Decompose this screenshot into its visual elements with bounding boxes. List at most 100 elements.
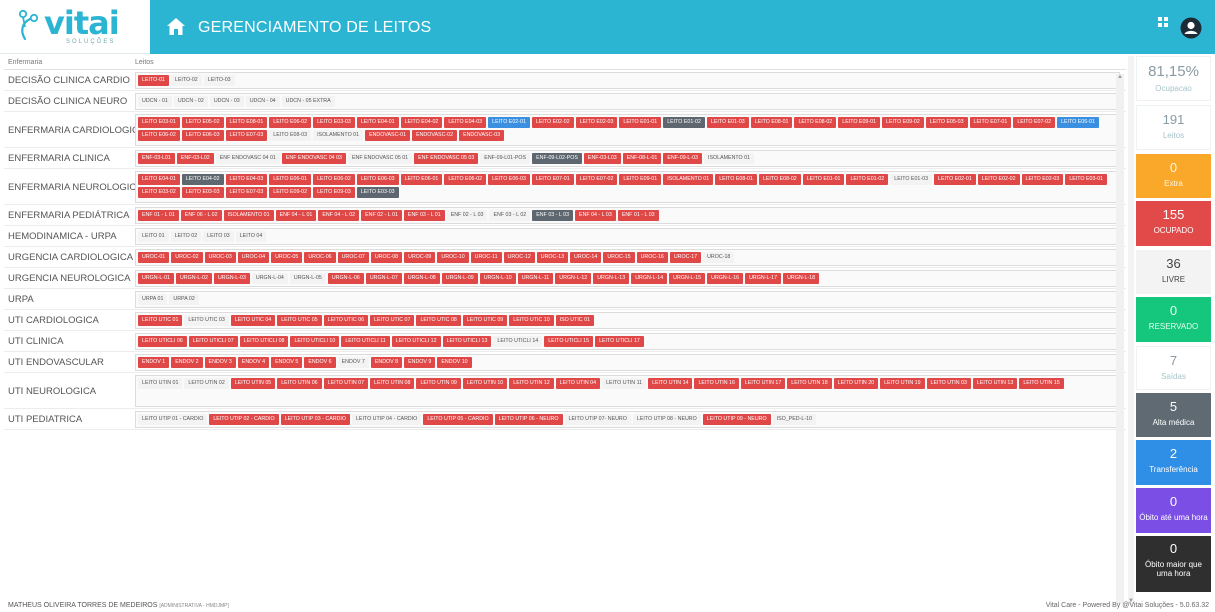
bed-chip[interactable]: ENDOV 10: [437, 357, 472, 368]
bed-chip[interactable]: LEITO UTIN 08: [370, 378, 415, 389]
bed-chip[interactable]: LEITO E04-02: [400, 117, 443, 128]
bed-chip[interactable]: LEITO E03-01: [138, 117, 180, 128]
bed-chip[interactable]: LEITO E03-02: [138, 187, 180, 198]
bed-chip[interactable]: LEITO UTIN 13: [972, 378, 1018, 389]
bed-chip[interactable]: ENF-03-L02: [176, 153, 214, 164]
bed-chip[interactable]: LEITO E02-03: [575, 117, 618, 128]
bed-chip[interactable]: ENDOV 4: [237, 357, 270, 368]
bed-chip[interactable]: LEITO E03-03: [181, 187, 224, 198]
bed-chip[interactable]: UROC-04: [237, 252, 270, 263]
stat-livre[interactable]: 36 LIVRE: [1136, 250, 1211, 294]
bed-chip[interactable]: LEITO E08-01: [750, 117, 793, 128]
bed-chip[interactable]: LEITO UTIP 07- NEURO: [564, 414, 631, 425]
bed-chip[interactable]: LEITO UTIP 09 - NEURO: [702, 414, 771, 425]
bed-chip[interactable]: LEITO E04-01: [138, 174, 180, 185]
bed-chip[interactable]: ENF-09-L-03: [663, 153, 703, 164]
bed-chip[interactable]: LEITO E01-02: [846, 174, 889, 185]
bed-chip[interactable]: UROC-12: [503, 252, 535, 263]
bed-chip[interactable]: LEITO UTIN 17: [740, 378, 786, 389]
bed-chip[interactable]: LEITO E07-03: [225, 130, 268, 141]
bed-chip[interactable]: URGN-L-06: [327, 273, 364, 284]
bed-chip[interactable]: LEITO E07-02: [1013, 117, 1056, 128]
bed-chip[interactable]: LEITO-01: [138, 75, 169, 86]
bed-chip[interactable]: LEITO UTIN 18: [787, 378, 832, 389]
user-icon[interactable]: [1180, 17, 1202, 39]
bed-chip[interactable]: LEITO UTIN 19: [880, 378, 925, 389]
bed-chip[interactable]: ENDOV 6: [304, 357, 336, 368]
bed-chip[interactable]: ISOLAMENTO 01: [313, 130, 364, 141]
bed-chip[interactable]: UROC-13: [536, 252, 569, 263]
bed-chip[interactable]: LEITO-02: [170, 75, 202, 86]
bed-chip[interactable]: URGN-L-03: [213, 273, 250, 284]
bed-chip[interactable]: LEITO UTIC 06: [323, 315, 369, 326]
grid-icon[interactable]: [1157, 16, 1169, 28]
bed-chip[interactable]: UROC-09: [404, 252, 436, 263]
bed-chip[interactable]: ENF 03 - L 03: [532, 210, 574, 221]
bed-chip[interactable]: UDCN - 05 EXTRA: [281, 96, 335, 107]
bed-chip[interactable]: ISOLAMENTO 01: [223, 210, 274, 221]
bed-chip[interactable]: LEITO E02-02: [531, 117, 574, 128]
bed-chip[interactable]: LEITO UTICLI 15: [544, 336, 594, 347]
bed-chip[interactable]: URGN-L-13: [593, 273, 630, 284]
bed-chip[interactable]: LEITO UTIP 05 - CARDIO: [423, 414, 493, 425]
bed-chip[interactable]: LEITO E05-02: [181, 117, 224, 128]
bed-chip[interactable]: ENDOV 2: [171, 357, 203, 368]
bed-chip[interactable]: UDCN - 01: [138, 96, 172, 107]
bed-chip[interactable]: ENF 03 - L 01: [403, 210, 445, 221]
bed-chip[interactable]: LEITO E01-01: [619, 117, 662, 128]
bed-chip[interactable]: LEITO E06-02: [138, 130, 180, 141]
bed-chip[interactable]: URGN-L-10: [479, 273, 516, 284]
bed-chip[interactable]: LEITO UTIP 03 - CARDIO: [280, 414, 350, 425]
bed-chip[interactable]: LEITO E03-01: [1065, 174, 1108, 185]
bed-chip[interactable]: LEITO UTIN 07: [323, 378, 369, 389]
bed-chip[interactable]: LEITO 02: [170, 231, 202, 242]
bed-chip[interactable]: LEITO 04: [235, 231, 267, 242]
bed-chip[interactable]: ENF 01 - L 03: [617, 210, 659, 221]
bed-chip[interactable]: LEITO E07-03: [225, 187, 268, 198]
bed-chip[interactable]: LEITO E05-03: [925, 117, 968, 128]
bed-chip[interactable]: LEITO E02-02: [977, 174, 1020, 185]
bed-chip[interactable]: LEITO UTIN 03: [926, 378, 971, 389]
bed-chip[interactable]: LEITO E07-01: [531, 174, 574, 185]
bed-chip[interactable]: ENDOVASC-01: [365, 130, 411, 141]
bed-chip[interactable]: LEITO UTIP 01 - CARDIO: [138, 414, 208, 425]
bed-chip[interactable]: LEITO UTIC 10: [509, 315, 554, 326]
stat-obito-maior-que-uma-hora[interactable]: 0 Óbito maior que uma hora: [1136, 536, 1211, 592]
table-scrollbar[interactable]: ▲: [1116, 74, 1124, 604]
bed-chip[interactable]: ENF-09-L02-POS: [532, 153, 582, 164]
bed-chip[interactable]: ENF ENDOVASC 05 03: [414, 153, 479, 164]
bed-chip[interactable]: ENDOV 3: [204, 357, 236, 368]
bed-chip[interactable]: UROC-11: [470, 252, 502, 263]
bed-chip[interactable]: LEITO UTIN 15: [1019, 378, 1064, 389]
bed-chip[interactable]: LEITO E08-02: [758, 174, 801, 185]
bed-chip[interactable]: URGN-L-08: [403, 273, 440, 284]
bed-chip[interactable]: LEITO E08-01: [225, 117, 268, 128]
bed-chip[interactable]: UROC-14: [570, 252, 602, 263]
bed-chip[interactable]: LEITO E06-01: [1057, 117, 1099, 128]
bed-chip[interactable]: UROC-02: [171, 252, 203, 263]
bed-chip[interactable]: LEITO UTIC 09: [462, 315, 508, 326]
bed-chip[interactable]: LEITO E04-03: [225, 174, 268, 185]
bed-chip[interactable]: LEITO 03: [203, 231, 234, 242]
bed-chip[interactable]: UROC-03: [204, 252, 236, 263]
bed-chip[interactable]: ENF-08-L-01: [622, 153, 662, 164]
stat-ocupado[interactable]: 155 OCUPADO: [1136, 201, 1211, 246]
bed-chip[interactable]: LEITO E08-02: [794, 117, 837, 128]
bed-chip[interactable]: LEITO UTIP 04 - CARDIO: [351, 414, 422, 425]
bed-chip[interactable]: LEITO UTIN 12: [509, 378, 554, 389]
bed-chip[interactable]: LEITO E04-02: [181, 174, 224, 185]
bed-chip[interactable]: LEITO UTIP 08 - NEURO: [632, 414, 701, 425]
bed-chip[interactable]: URGN-L-02: [175, 273, 212, 284]
bed-chip[interactable]: LEITO UTICLI 10: [290, 336, 340, 347]
bed-chip[interactable]: ENF ENDOVASC 04 03: [281, 153, 346, 164]
bed-chip[interactable]: LEITO E01-01: [802, 174, 845, 185]
bed-chip[interactable]: LEITO E06-03: [488, 174, 530, 185]
bed-chip[interactable]: UDCN - 04: [245, 96, 280, 107]
bed-chip[interactable]: UDCN - 03: [209, 96, 244, 107]
bed-chip[interactable]: URGN-L-09: [441, 273, 478, 284]
bed-chip[interactable]: LEITO UTICLI 11: [341, 336, 390, 347]
bed-chip[interactable]: ENF ENDOVASC 04 01: [215, 153, 280, 164]
bed-chip[interactable]: LEITO UTIC 01: [138, 315, 183, 326]
bed-chip[interactable]: ISO_PED-L-10: [772, 414, 816, 425]
bed-chip[interactable]: LEITO UTIN 02: [184, 378, 229, 389]
